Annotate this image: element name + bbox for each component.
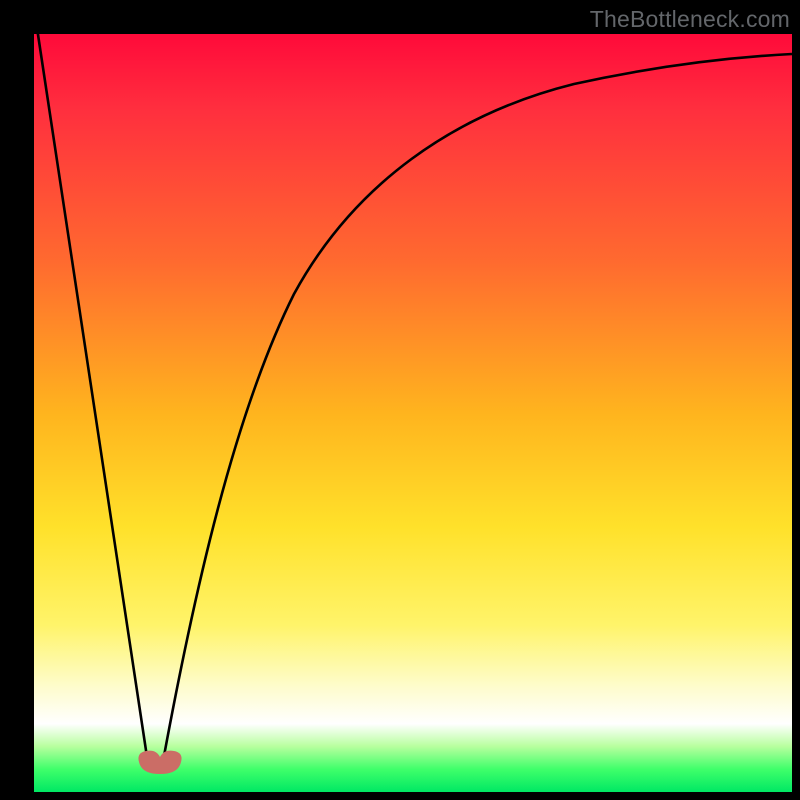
min-marker (138, 751, 181, 774)
chart-frame: TheBottleneck.com (0, 0, 800, 800)
curve-right-branch (164, 54, 792, 756)
watermark-text: TheBottleneck.com (590, 6, 790, 33)
curve-left-branch (37, 28, 147, 757)
curve-layer (34, 34, 792, 792)
plot-area (34, 34, 792, 792)
